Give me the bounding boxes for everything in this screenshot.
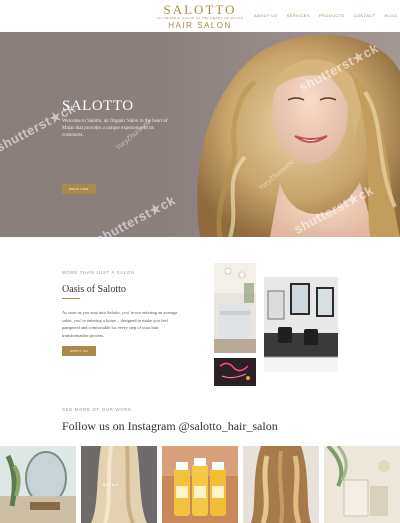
nav-services[interactable]: SERVICES [287, 13, 310, 18]
salotto-logo[interactable]: SALOTTO AN ORGANIC SALON IN THE HEART OF… [150, 3, 250, 30]
neon-sign-photo [214, 358, 256, 386]
instagram-title: Follow us on Instagram @salotto_hair_sal… [62, 419, 278, 433]
nav-about-us[interactable]: ABOUT US [254, 13, 278, 18]
instagram-feed: ♥ 67 ● 4 [0, 446, 400, 523]
logo-wordmark: SALOTTO [163, 2, 237, 17]
salon-interior-photo [214, 263, 256, 353]
nav-contact[interactable]: CONTACT [354, 13, 376, 18]
logo-subtitle: HAIR SALON [168, 21, 232, 30]
instagram-post[interactable] [324, 446, 400, 523]
hero-title: SALOTTO [62, 98, 134, 114]
instagram-post-stats: ♥ 67 ● 4 [103, 482, 118, 487]
book-now-button[interactable]: BOOK NOW [62, 184, 96, 194]
hero-banner: shutterst★ck shutterst★ck shutterst★ck s… [0, 32, 400, 237]
nav-products[interactable]: PRODUCTS [319, 13, 345, 18]
about-us-button[interactable]: ABOUT US [62, 346, 96, 356]
oasis-description: As soon as you step into Salotto, you' r… [62, 310, 178, 338]
title-divider [62, 298, 80, 299]
instagram-post[interactable] [0, 446, 76, 523]
oasis-title: Oasis of Salotto [62, 284, 126, 295]
instagram-post[interactable] [243, 446, 319, 523]
instagram-eyebrow: SEE MORE OF OUR WORK [62, 407, 132, 412]
oasis-eyebrow: MORE THAN JUST A SALON [62, 270, 135, 275]
hero-description: Welcome to Salotto, an Organic Salon in … [62, 119, 168, 138]
main-nav: ABOUT US SERVICES PRODUCTS CONTACT BLOG [254, 13, 397, 18]
instagram-post[interactable] [162, 446, 238, 523]
site-header: SALOTTO AN ORGANIC SALON IN THE HEART OF… [0, 0, 400, 32]
nav-blog[interactable]: BLOG [384, 13, 397, 18]
salon-stations-photo [264, 277, 338, 372]
instagram-post[interactable]: ♥ 67 ● 4 [81, 446, 157, 523]
